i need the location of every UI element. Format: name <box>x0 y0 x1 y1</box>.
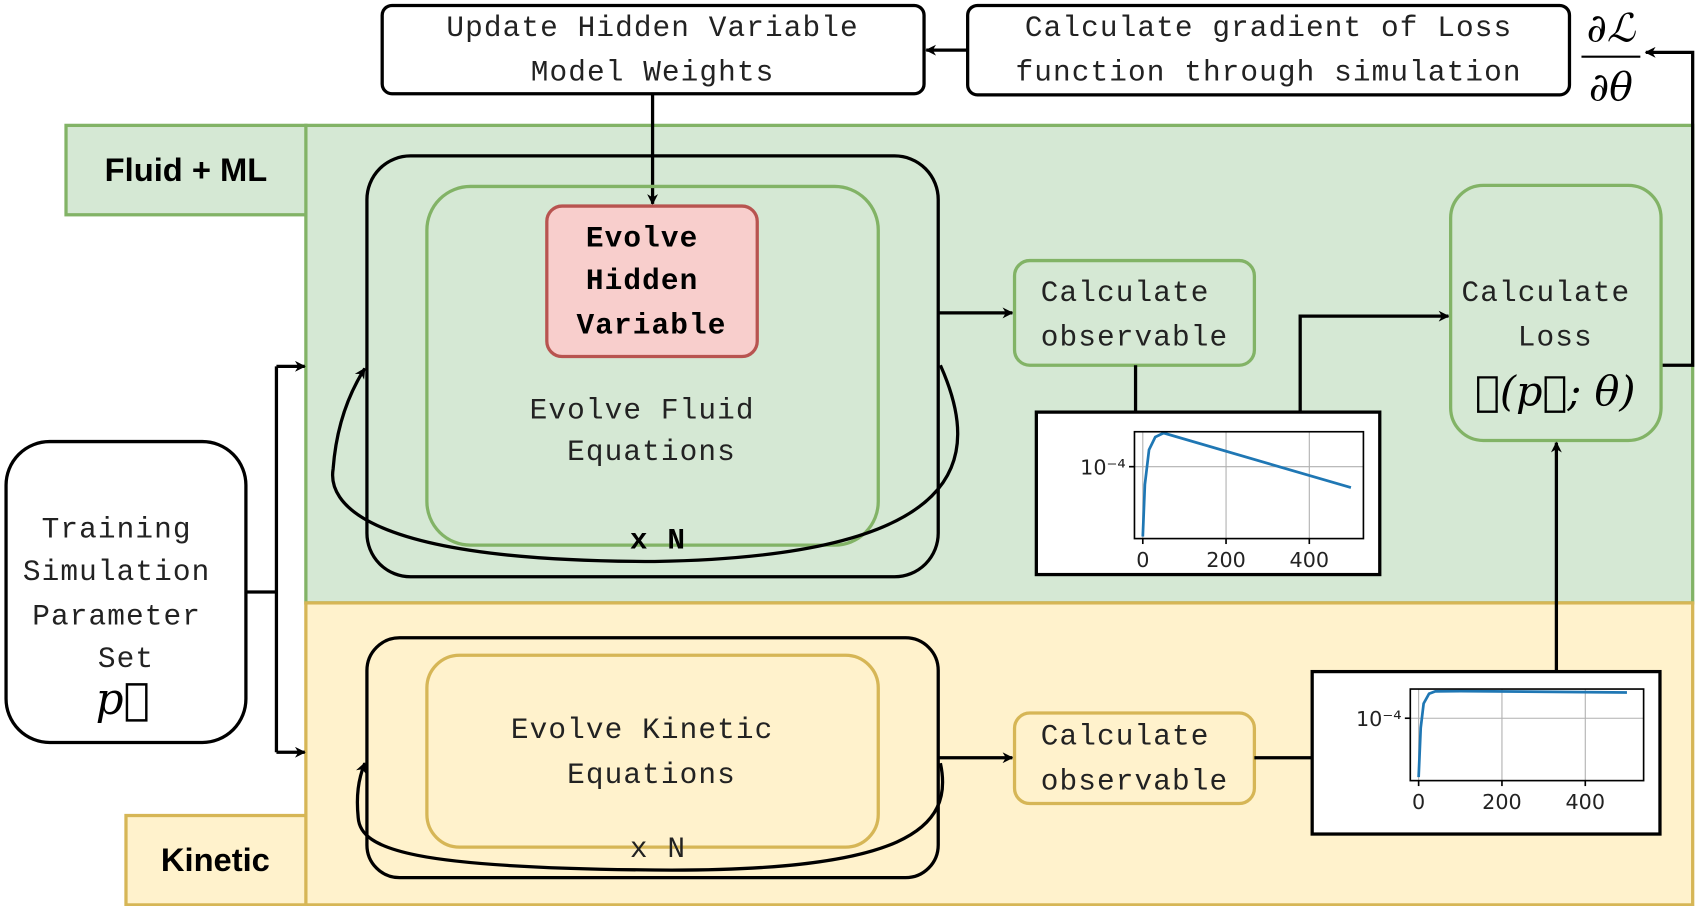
input-connector <box>245 366 279 753</box>
hidden-line3: Variable <box>576 309 726 343</box>
hidden-line1: Evolve <box>586 221 698 255</box>
x-tick-label: 400 <box>1566 790 1606 814</box>
update-weights-line2: Model Weights <box>531 56 775 90</box>
training-line4: Set <box>98 642 154 676</box>
fluid-loop-label: x N <box>630 523 686 557</box>
svg-text:Evolve Hidden Variable: Evolve Hidden Variable <box>576 221 726 342</box>
fluid-eq-line2: Equations <box>567 435 736 469</box>
kinetic-obs-line1: Calculate <box>1041 720 1210 754</box>
hidden-line2: Hidden <box>586 264 698 298</box>
fluid-label: Fluid + ML <box>105 151 268 188</box>
kinetic-loop-label: x N <box>630 832 686 866</box>
y-tick-label: 10⁻⁴ <box>1080 455 1126 479</box>
training-line2: Simulation <box>23 555 210 589</box>
update-weights-line1: Update Hidden Variable <box>446 11 858 45</box>
kinetic-eq-line1: Evolve Kinetic <box>511 713 773 747</box>
x-tick-label: 200 <box>1206 548 1246 572</box>
kinetic-eq-line2: Equations <box>567 758 736 792</box>
parameter-symbol: p⃗ <box>96 675 150 725</box>
kinetic-obs-line2: observable <box>1041 764 1228 798</box>
x-tick-label: 0 <box>1136 548 1149 572</box>
x-tick-label: 400 <box>1290 548 1330 572</box>
fluid-eq-line1: Evolve Fluid <box>530 394 755 428</box>
fluid-obs-line1: Calculate <box>1041 276 1210 310</box>
gradient-denominator: ∂θ <box>1589 65 1633 110</box>
x-tick-label: 0 <box>1412 790 1425 814</box>
y-tick-label: 10⁻⁴ <box>1356 707 1402 731</box>
gradient-numerator: ∂ℒ <box>1587 6 1636 51</box>
training-line1: Training <box>42 512 192 546</box>
training-line3: Parameter <box>32 600 201 634</box>
x-tick-label: 200 <box>1482 790 1522 814</box>
gradient-line2: function through simulation <box>1015 56 1521 90</box>
loss-line1: Calculate <box>1462 276 1631 310</box>
loss-line2: Loss <box>1518 321 1593 355</box>
fluid-obs-line2: observable <box>1041 321 1228 355</box>
diagram: Fluid + ML Kinetic Update Hidden Variabl… <box>4 3 1695 906</box>
gradient-line1: Calculate gradient of Loss <box>1025 11 1512 45</box>
kinetic-label: Kinetic <box>161 841 270 878</box>
loss-formula: ℒ(p⃗; θ) <box>1475 368 1636 416</box>
